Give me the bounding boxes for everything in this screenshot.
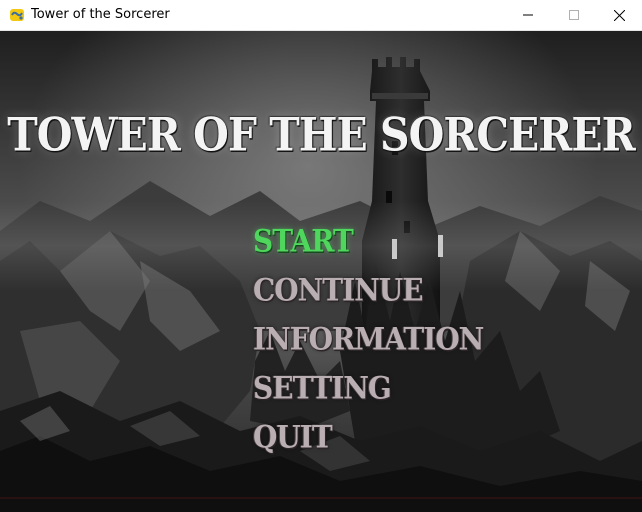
pygame-snake-icon	[10, 9, 24, 21]
game-canvas[interactable]: TOWER OF THE SORCERER START CONTINUE INF…	[0, 31, 642, 512]
close-icon	[613, 9, 625, 21]
minimize-button[interactable]	[505, 0, 551, 30]
maximize-icon	[569, 10, 579, 20]
menu-item-quit[interactable]: QUIT	[253, 418, 513, 472]
menu-item-setting[interactable]: SETTING	[253, 369, 513, 423]
title-bar[interactable]: Tower of the Sorcerer	[0, 0, 642, 31]
window-title: Tower of the Sorcerer	[31, 7, 170, 22]
main-menu: START CONTINUE INFORMATION SETTING QUIT	[253, 222, 513, 467]
menu-item-continue[interactable]: CONTINUE	[253, 271, 513, 325]
minimize-icon	[523, 14, 533, 16]
maximize-button[interactable]	[551, 0, 597, 30]
menu-item-information[interactable]: INFORMATION	[253, 320, 513, 374]
close-button[interactable]	[596, 0, 642, 30]
menu-item-start[interactable]: START	[253, 222, 513, 276]
game-title: TOWER OF THE SORCERER	[7, 108, 635, 162]
game-window: Tower of the Sorcerer TOWER OF THE SORCE…	[0, 0, 642, 512]
